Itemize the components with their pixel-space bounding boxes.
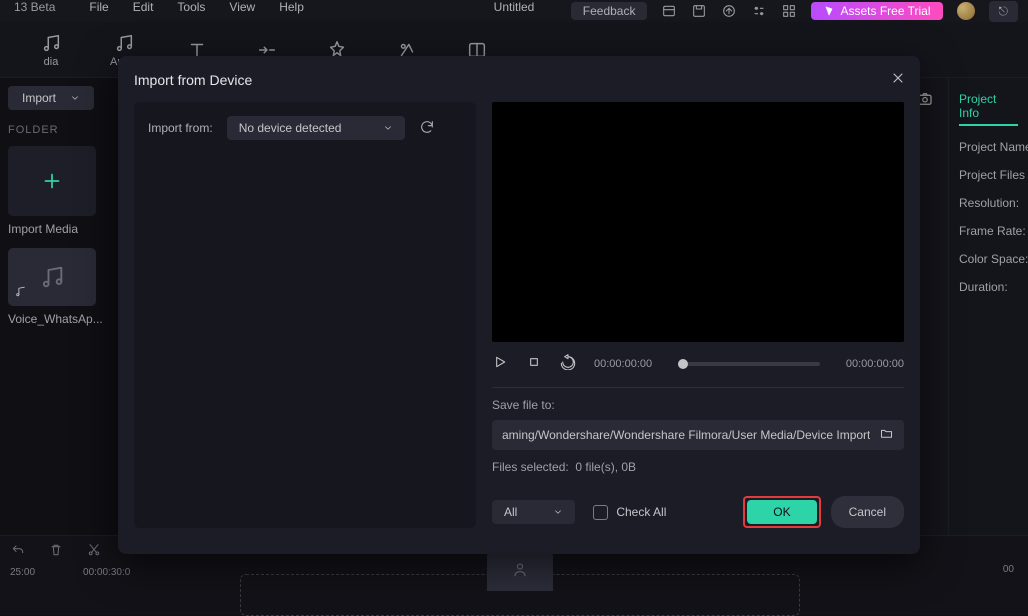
close-icon[interactable] bbox=[890, 70, 906, 89]
browse-folder-icon[interactable] bbox=[879, 426, 894, 444]
files-selected-label: Files selected: bbox=[492, 460, 569, 474]
video-preview bbox=[492, 102, 904, 342]
modal-title: Import from Device bbox=[134, 72, 904, 88]
save-path-text: aming/Wondershare/Wondershare Filmora/Us… bbox=[502, 428, 870, 442]
ok-button[interactable]: OK bbox=[747, 500, 816, 524]
cancel-button[interactable]: Cancel bbox=[831, 496, 904, 528]
files-selected: Files selected: 0 file(s), 0B bbox=[492, 460, 904, 474]
checkbox-icon bbox=[593, 505, 608, 520]
save-path-field[interactable]: aming/Wondershare/Wondershare Filmora/Us… bbox=[492, 420, 904, 450]
import-from-label: Import from: bbox=[148, 121, 213, 135]
play-icon[interactable] bbox=[492, 354, 508, 373]
scrubber[interactable] bbox=[678, 362, 820, 366]
timecode-start: 00:00:00:00 bbox=[594, 358, 652, 370]
check-all[interactable]: Check All bbox=[593, 505, 666, 520]
modal-left-pane: Import from: No device detected bbox=[134, 102, 476, 528]
files-selected-value: 0 file(s), 0B bbox=[575, 460, 636, 474]
playback-controls: 00:00:00:00 00:00:00:00 bbox=[492, 354, 904, 373]
device-selected: No device detected bbox=[239, 121, 342, 135]
stop-icon[interactable] bbox=[526, 354, 542, 373]
filter-selected: All bbox=[504, 505, 517, 519]
check-all-label: Check All bbox=[616, 505, 666, 519]
timecode-end: 00:00:00:00 bbox=[846, 358, 904, 370]
modal-right-pane: 00:00:00:00 00:00:00:00 Save file to: am… bbox=[492, 102, 904, 528]
import-device-modal: Import from Device Import from: No devic… bbox=[118, 56, 920, 554]
refresh-icon[interactable] bbox=[419, 119, 437, 138]
device-dropdown[interactable]: No device detected bbox=[227, 116, 405, 140]
filter-dropdown[interactable]: All bbox=[492, 500, 575, 524]
rewind-icon[interactable] bbox=[560, 354, 576, 373]
save-to-label: Save file to: bbox=[492, 398, 904, 412]
ok-highlight: OK bbox=[743, 496, 820, 528]
